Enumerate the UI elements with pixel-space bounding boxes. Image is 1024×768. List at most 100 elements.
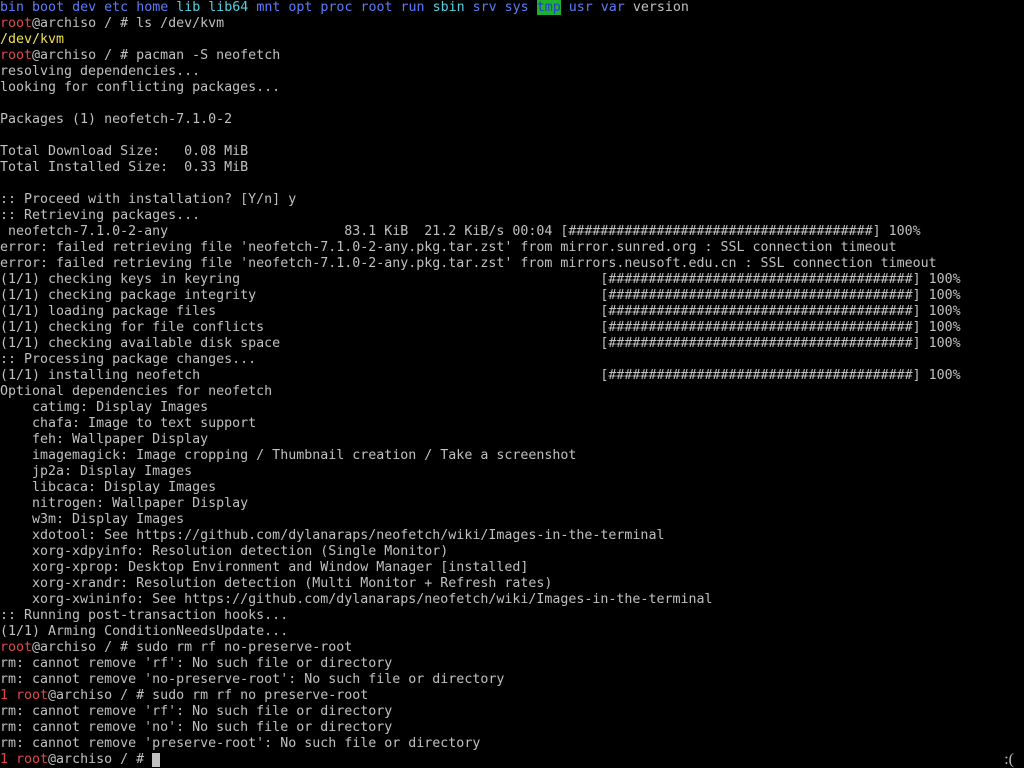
terminal-line: 1 root@archiso / # (0, 752, 1024, 768)
terminal-text-segment: resolving dependencies... (0, 64, 201, 79)
terminal-text-segment: tmp (536, 0, 561, 15)
terminal-text-segment: lib64 (208, 0, 249, 15)
terminal-line: xorg-xdpyinfo: Resolution detection (Sin… (0, 544, 1024, 560)
terminal-text-segment: /dev/kvm (0, 32, 65, 47)
terminal-line: rm: cannot remove 'rf': No such file or … (0, 656, 1024, 672)
terminal-text-segment: root (0, 48, 33, 63)
terminal-line: feh: Wallpaper Display (0, 432, 1024, 448)
terminal-text-segment: Packages (1) neofetch-7.1.0-2 (0, 112, 233, 127)
terminal-line: (1/1) loading package files [###########… (0, 304, 1024, 320)
terminal-text-segment: sbin (432, 0, 465, 15)
terminal-line: :: Running post-transaction hooks... (0, 608, 1024, 624)
terminal-text-segment: error: failed retrieving file 'neofetch-… (0, 240, 897, 255)
terminal-text-segment: @archiso / # sudo rm rf no preserve-root (48, 688, 369, 703)
terminal-text-segment: (1/1) checking for file conflicts [#####… (0, 320, 961, 335)
terminal-text-segment: rm: cannot remove 'no-preserve-root': No… (0, 672, 505, 687)
terminal-line: xorg-xwininfo: See https://github.com/dy… (0, 592, 1024, 608)
terminal-text-segment: @archiso / # (48, 752, 153, 767)
terminal-text-segment: root (0, 16, 33, 31)
terminal-text-segment: root (0, 640, 33, 655)
terminal-text-segment: boot (32, 0, 65, 15)
terminal-line: Packages (1) neofetch-7.1.0-2 (0, 112, 1024, 128)
terminal-line: (1/1) checking for file conflicts [#####… (0, 320, 1024, 336)
terminal-text-segment: usr (568, 0, 593, 15)
terminal-text-segment: :: Running post-transaction hooks... (0, 608, 289, 623)
terminal-text-segment: xorg-xwininfo: See https://github.com/dy… (0, 592, 713, 607)
terminal-text-segment: imagemagick: Image cropping / Thumbnail … (0, 448, 577, 463)
terminal-line: rm: cannot remove 'no': No such file or … (0, 720, 1024, 736)
terminal-text-segment: (1/1) Arming ConditionNeedsUpdate... (0, 624, 289, 639)
terminal-screen[interactable]: bin boot dev etc home lib lib64 mnt opt … (0, 0, 1024, 768)
terminal-text-segment: 1 root (0, 688, 49, 703)
terminal-line: catimg: Display Images (0, 400, 1024, 416)
terminal-line: bin boot dev etc home lib lib64 mnt opt … (0, 0, 1024, 16)
terminal-text-segment: run (400, 0, 425, 15)
terminal-text-segment: :: Retrieving packages... (0, 208, 201, 223)
terminal-text-segment: (1/1) loading package files [###########… (0, 304, 961, 319)
terminal-text-segment: jp2a: Display Images (0, 464, 193, 479)
terminal-text-segment: nitrogen: Wallpaper Display (0, 496, 249, 511)
terminal-line: Total Download Size: 0.08 MiB (0, 144, 1024, 160)
terminal-line: (1/1) checking package integrity [######… (0, 288, 1024, 304)
terminal-line: error: failed retrieving file 'neofetch-… (0, 256, 1024, 272)
terminal-line: root@archiso / # pacman -S neofetch (0, 48, 1024, 64)
terminal-text-segment: (1/1) installing neofetch [#############… (0, 368, 961, 383)
terminal-text-segment: root (360, 0, 393, 15)
terminal-text-segment: home (136, 0, 169, 15)
terminal-line: Optional dependencies for neofetch (0, 384, 1024, 400)
terminal-text-segment: neofetch-7.1.0-2-any 83.1 KiB 21.2 KiB/s… (0, 224, 921, 239)
terminal-text-segment: Total Download Size: 0.08 MiB (0, 144, 249, 159)
terminal-text-segment: Total Installed Size: 0.33 MiB (0, 160, 249, 175)
terminal-text-segment: xorg-xdpyinfo: Resolution detection (Sin… (0, 544, 449, 559)
terminal-text-segment: @archiso / # sudo rm rf no-preserve-root (32, 640, 353, 655)
terminal-line: nitrogen: Wallpaper Display (0, 496, 1024, 512)
terminal-line: :: Proceed with installation? [Y/n] y (0, 192, 1024, 208)
status-text: :( (1004, 751, 1014, 768)
terminal-text-segment: rm: cannot remove 'rf': No such file or … (0, 704, 393, 719)
terminal-text-segment: rm: cannot remove 'rf': No such file or … (0, 656, 393, 671)
terminal-text-segment: feh: Wallpaper Display (0, 432, 209, 447)
terminal-line: :: Processing package changes... (0, 352, 1024, 368)
exit-status-indicator: :( (1004, 752, 1014, 768)
terminal-line: (1/1) Arming ConditionNeedsUpdate... (0, 624, 1024, 640)
terminal-text-segment: dev (72, 0, 97, 15)
terminal-line: /dev/kvm (0, 32, 1024, 48)
terminal-text-segment: looking for conflicting packages... (0, 80, 281, 95)
terminal-text-segment: proc (320, 0, 353, 15)
terminal-line: root@archiso / # sudo rm rf no-preserve-… (0, 640, 1024, 656)
terminal-line: rm: cannot remove 'rf': No such file or … (0, 704, 1024, 720)
terminal-line: (1/1) checking keys in keyring [########… (0, 272, 1024, 288)
terminal-text-segment: xdotool: See https://github.com/dylanara… (0, 528, 665, 543)
terminal-text-segment: catimg: Display Images (0, 400, 209, 415)
terminal-line: root@archiso / # ls /dev/kvm (0, 16, 1024, 32)
terminal-line: imagemagick: Image cropping / Thumbnail … (0, 448, 1024, 464)
terminal-line: Total Installed Size: 0.33 MiB (0, 160, 1024, 176)
terminal-line: error: failed retrieving file 'neofetch-… (0, 240, 1024, 256)
terminal-line: w3m: Display Images (0, 512, 1024, 528)
terminal-text-segment: xorg-xprop: Desktop Environment and Wind… (0, 560, 529, 575)
terminal-text-segment: xorg-xrandr: Resolution detection (Multi… (0, 576, 553, 591)
terminal-text-segment: libcaca: Display Images (0, 480, 217, 495)
terminal-text-segment: lib (176, 0, 201, 15)
terminal-text-segment: version (624, 0, 689, 15)
terminal-line: (1/1) checking available disk space [###… (0, 336, 1024, 352)
terminal-text-segment: (1/1) checking keys in keyring [########… (0, 272, 961, 287)
terminal-line: 1 root@archiso / # sudo rm rf no preserv… (0, 688, 1024, 704)
terminal-text-segment: var (600, 0, 625, 15)
terminal-line: :: Retrieving packages... (0, 208, 1024, 224)
terminal-line: libcaca: Display Images (0, 480, 1024, 496)
terminal-text-segment: (1/1) checking package integrity [######… (0, 288, 961, 303)
terminal-line: xorg-xprop: Desktop Environment and Wind… (0, 560, 1024, 576)
terminal-text-segment: (1/1) checking available disk space [###… (0, 336, 961, 351)
